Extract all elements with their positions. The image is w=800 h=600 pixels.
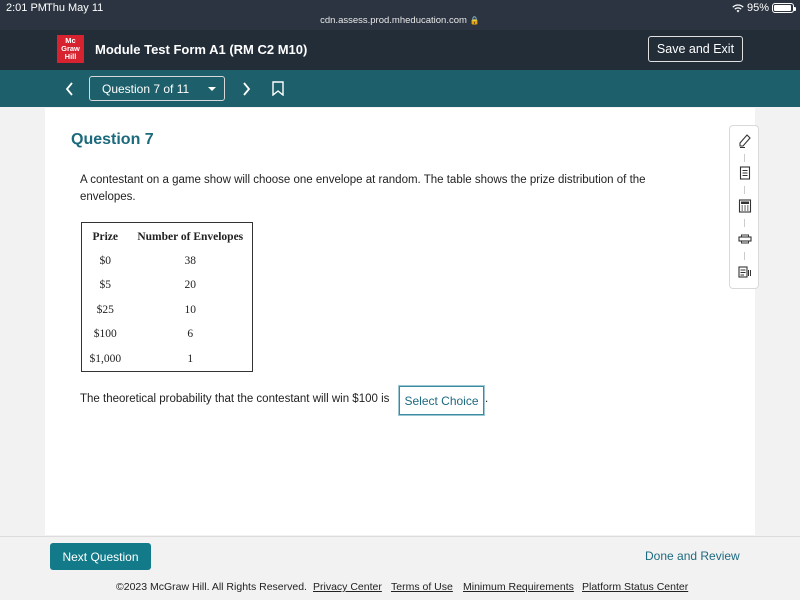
logo-line-3: Hill <box>64 52 77 61</box>
tool-divider <box>744 154 745 162</box>
notepad-icon[interactable] <box>738 166 752 180</box>
url-text: cdn.assess.prod.mheducation.com <box>320 15 467 26</box>
save-and-exit-button[interactable]: Save and Exit <box>648 36 743 62</box>
question-title: Question 7 <box>71 131 154 148</box>
lock-icon: 🔒 <box>469 16 480 25</box>
table-header-row: Prize Number of Envelopes <box>82 223 253 249</box>
table-row: $1,000 1 <box>82 347 253 372</box>
header-number-of-envelopes: Number of Envelopes <box>137 230 244 243</box>
battery-percent: 95% <box>746 2 769 14</box>
privacy-center-link[interactable]: Privacy Center <box>313 581 382 593</box>
prize-cell: $0 <box>99 254 112 267</box>
calculator-icon[interactable] <box>738 199 752 213</box>
count-cell: 1 <box>187 352 194 365</box>
reference-icon[interactable] <box>738 265 752 279</box>
copyright-text: ©2023 McGraw Hill. All Rights Reserved. <box>116 581 307 593</box>
status-battery: 95% <box>732 2 796 14</box>
tools-panel <box>729 125 759 289</box>
ios-status-bar: 2:01 PM Thu May 11 cdn.assess.prod.mhedu… <box>0 0 800 30</box>
chevron-right-icon[interactable] <box>238 80 254 98</box>
minimum-requirements-link[interactable]: Minimum Requirements <box>463 581 574 593</box>
answer-suffix: . <box>485 393 489 405</box>
bookmark-icon[interactable] <box>272 81 284 96</box>
count-cell: 6 <box>187 328 194 341</box>
battery-icon <box>772 3 796 13</box>
prize-cell: $25 <box>96 303 114 316</box>
copyright-bar: ©2023 McGraw Hill. All Rights Reserved. … <box>0 576 800 600</box>
chevron-left-icon[interactable] <box>62 80 78 98</box>
table-row: $0 38 <box>82 249 253 274</box>
answer-prompt: The theoretical probability that the con… <box>80 393 390 405</box>
tool-divider <box>744 186 745 194</box>
print-icon[interactable] <box>738 232 752 246</box>
battery-fill <box>774 5 792 11</box>
select-choice-dropdown[interactable]: Select Choice <box>399 386 484 415</box>
prize-cell: $1,000 <box>89 352 122 365</box>
wifi-icon <box>732 3 744 12</box>
terms-of-use-link[interactable]: Terms of Use <box>391 581 453 593</box>
table-row: $100 6 <box>82 322 253 347</box>
table-row: $25 10 <box>82 298 253 323</box>
status-time: 2:01 PM <box>6 2 47 14</box>
count-cell: 38 <box>184 254 197 267</box>
count-cell: 10 <box>184 303 197 316</box>
question-select-value: Question 7 of 11 <box>102 82 190 96</box>
header-prize: Prize <box>92 230 119 243</box>
count-cell: 20 <box>184 279 197 292</box>
question-select[interactable]: Question 7 of 11 <box>89 76 225 101</box>
mcgraw-hill-logo: Mc Graw Hill <box>57 35 84 63</box>
prize-cell: $5 <box>99 279 112 292</box>
next-question-button[interactable]: Next Question <box>50 543 151 570</box>
pencil-icon[interactable] <box>738 134 752 148</box>
platform-status-center-link[interactable]: Platform Status Center <box>582 581 688 593</box>
tool-divider <box>744 219 745 227</box>
test-title: Module Test Form A1 (RM C2 M10) <box>95 42 308 57</box>
prize-table: Prize Number of Envelopes $0 38 $5 20 $25 1… <box>81 222 253 372</box>
caret-down-icon <box>208 87 216 91</box>
url-bar[interactable]: cdn.assess.prod.mheducation.com 🔒 <box>0 15 800 26</box>
prize-cell: $100 <box>93 328 117 341</box>
table-row: $5 20 <box>82 273 253 298</box>
tool-divider <box>744 252 745 260</box>
done-and-review-link[interactable]: Done and Review <box>645 549 740 563</box>
question-prompt: A contestant on a game show will choose … <box>80 174 646 203</box>
status-date: Thu May 11 <box>46 2 104 14</box>
